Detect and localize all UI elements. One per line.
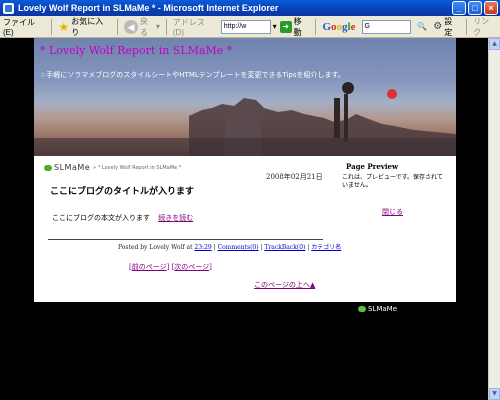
logo-text: SLMaMe <box>54 163 91 172</box>
post-date: 2008年02月21日 <box>266 173 323 181</box>
post-body-text: ここにブログの本文が入ります <box>52 214 150 222</box>
pager: [前のページ] [次のページ] <box>129 263 212 271</box>
go-label: 移動 <box>293 16 302 37</box>
scroll-down-icon[interactable]: ▼ <box>489 388 500 400</box>
google-search-input[interactable]: G <box>361 19 412 34</box>
post-body: ここにブログの本文が入ります 続きを読む <box>52 213 193 223</box>
blog-header: * Lovely Wolf Report in SLMaMe * ☆手軽にソラマ… <box>34 38 456 156</box>
window-title: Lovely Wolf Report in SLMaMe * - Microso… <box>18 3 279 13</box>
bean-icon <box>358 306 366 312</box>
gear-icon: ⚙ <box>433 21 443 32</box>
address-input[interactable]: http://w <box>220 19 271 34</box>
go-arrow-icon: ➜ <box>279 20 292 33</box>
read-more-link[interactable]: 続きを読む <box>158 214 193 222</box>
post-title: ここにブログのタイトルが入ります <box>50 187 195 197</box>
breadcrumb[interactable]: » * Lovely Wolf Report in SLMaMe * <box>93 165 181 171</box>
preview-close-link[interactable]: 閉じる <box>382 207 403 217</box>
post-time-link[interactable]: 23:29 <box>194 244 211 251</box>
go-button[interactable]: ➜ 移動 <box>277 16 313 37</box>
preview-title: Page Preview <box>346 162 399 171</box>
blog-title[interactable]: * Lovely Wolf Report in SLMaMe * <box>40 44 232 57</box>
favorites-label: お気に入り <box>71 16 104 37</box>
settings-button[interactable]: ⚙ 設定 <box>430 16 463 37</box>
close-button[interactable]: × <box>484 1 498 15</box>
page-top: このページの上へ▲ <box>254 280 315 290</box>
scroll-up-icon[interactable]: ▲ <box>489 38 500 50</box>
star-icon: ★ <box>58 19 70 34</box>
toolbar-separator <box>466 18 468 35</box>
bean-icon <box>44 164 52 171</box>
posted-by-text: Posted by Lovely Wolf at <box>118 244 193 251</box>
slmame-logo[interactable]: SLMaMe » * Lovely Wolf Report in SLMaMe … <box>44 163 181 172</box>
google-logo: Google <box>322 20 356 33</box>
blog-container: * Lovely Wolf Report in SLMaMe * ☆手軽にソラマ… <box>34 38 456 302</box>
toolbar-separator <box>165 18 167 35</box>
window-titlebar: Lovely Wolf Report in SLMaMe * - Microso… <box>0 0 500 16</box>
browser-toolbar: ファイル(E) ★ お気に入り ◀ 戻る ▾ アドレス(D) http://w … <box>0 16 500 38</box>
minimize-button[interactable]: _ <box>452 1 466 15</box>
window-controls: _ □ × <box>452 1 498 15</box>
toolbar-separator <box>117 18 119 35</box>
chevron-down-icon: ▾ <box>155 22 160 31</box>
footer-logo[interactable]: SLMaMe <box>358 305 397 313</box>
ie-app-icon <box>3 2 14 14</box>
toolbar-separator <box>51 18 53 35</box>
back-arrow-icon: ◀ <box>124 19 138 34</box>
favorites-button[interactable]: ★ お気に入り <box>55 16 114 37</box>
maximize-button[interactable]: □ <box>468 1 482 15</box>
address-label: アドレス(D) <box>172 17 205 37</box>
toolbar-separator <box>315 18 317 35</box>
post-divider <box>48 239 323 240</box>
comments-link[interactable]: Comments(0) <box>218 244 259 251</box>
google-search-button[interactable]: 🔍 <box>414 18 430 36</box>
page-top-link[interactable]: このページの上へ▲ <box>254 281 315 289</box>
file-menu[interactable]: ファイル(E) <box>0 18 48 37</box>
category-link[interactable]: カテゴリ名 <box>311 244 341 251</box>
back-button[interactable]: ◀ 戻る ▾ <box>121 16 163 37</box>
search-icon: 🔍 <box>417 22 428 31</box>
prev-page-link[interactable]: 前のページ <box>132 263 167 271</box>
post-footer: Posted by Lovely Wolf at 23:29 | Comment… <box>118 244 342 251</box>
settings-label: 設定 <box>444 16 453 37</box>
blog-content: SLMaMe » * Lovely Wolf Report in SLMaMe … <box>34 156 456 302</box>
page-viewport: * Lovely Wolf Report in SLMaMe * ☆手軽にソラマ… <box>0 38 488 400</box>
preview-text: これは、プレビューです。保存されていません。 <box>342 174 443 189</box>
links-button[interactable]: リンク <box>470 17 500 37</box>
next-page-link[interactable]: 次のページ <box>174 263 209 271</box>
footer-logo-text: SLMaMe <box>368 305 398 313</box>
vertical-scrollbar[interactable]: ▲ ▼ <box>488 38 500 400</box>
back-label: 戻る <box>139 16 148 37</box>
blog-subtitle: ☆手軽にソラマメブログのスタイルシートやHTMLテンプレートを変更できるTips… <box>40 71 345 79</box>
trackback-link[interactable]: TrackBack(0) <box>264 244 305 251</box>
